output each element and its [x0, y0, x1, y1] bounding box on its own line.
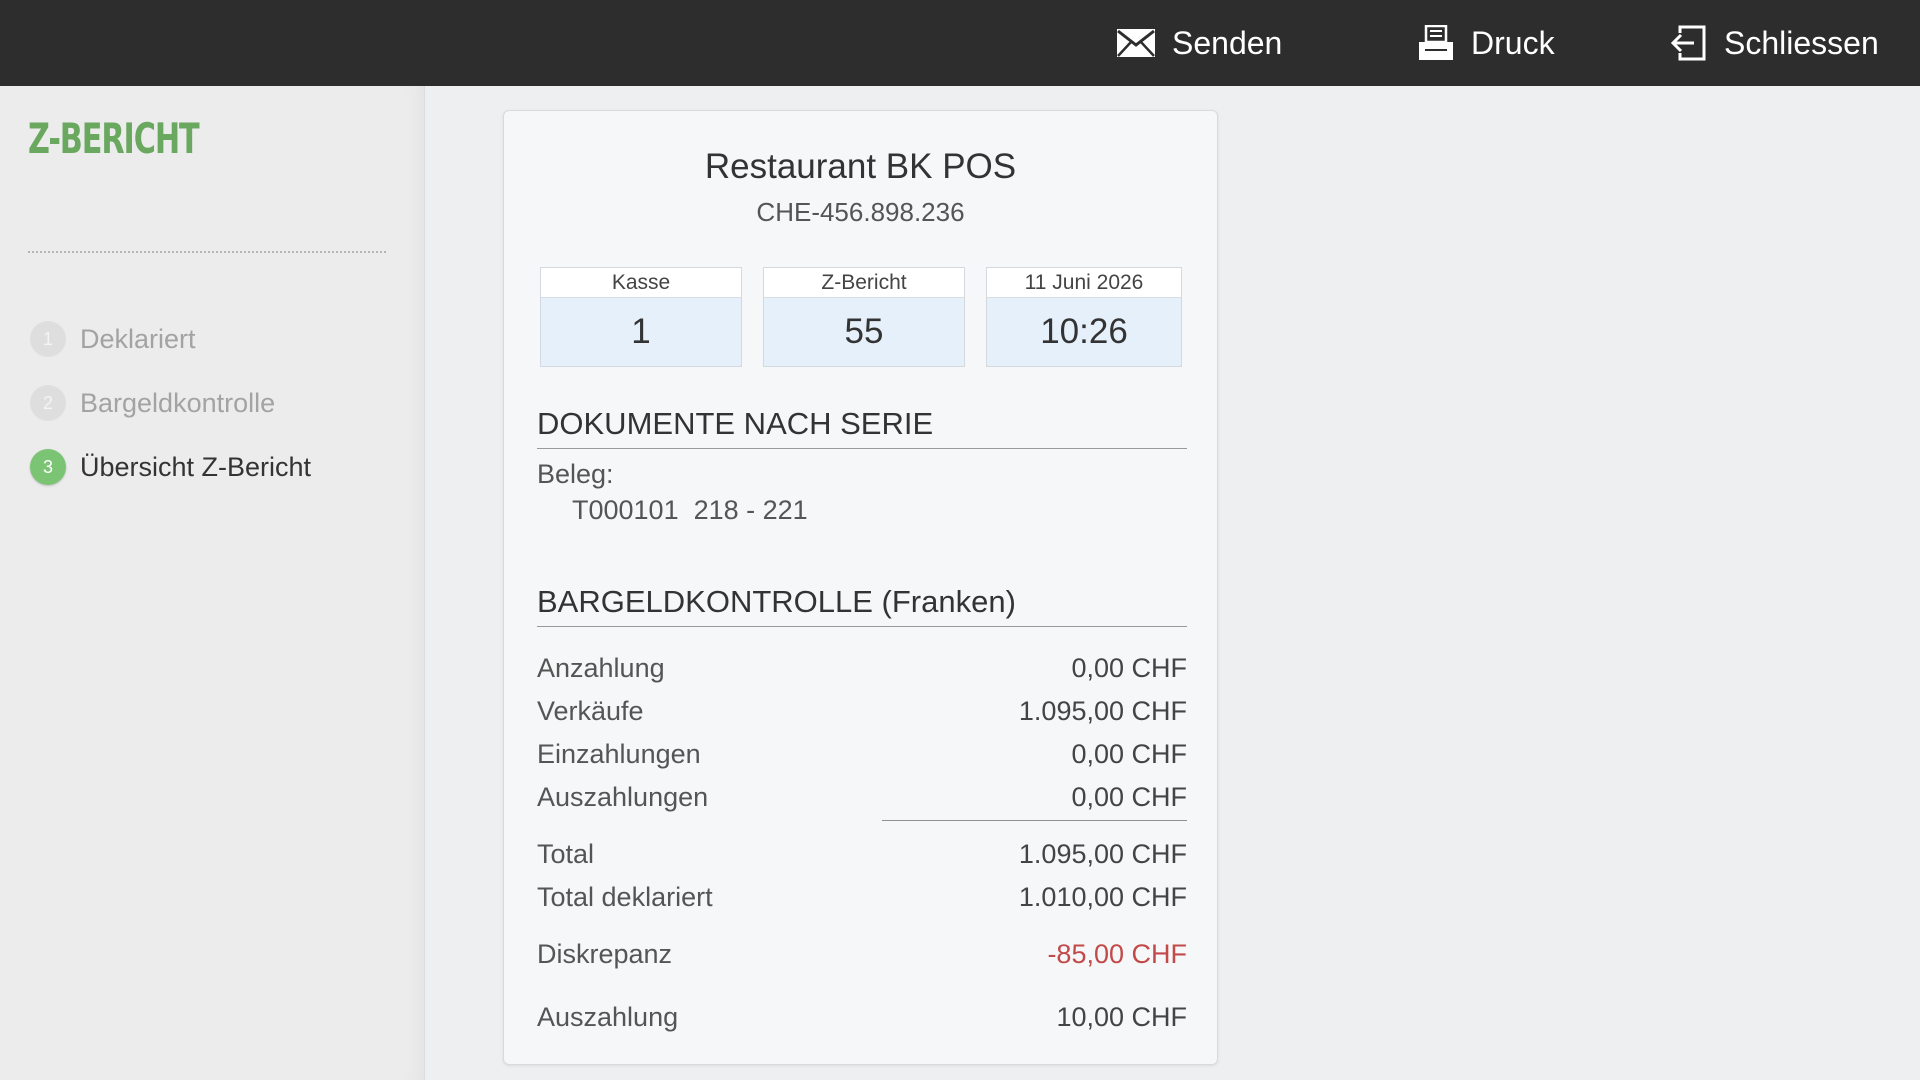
step-item-bargeldkontrolle[interactable]: 2 Bargeldkontrolle — [30, 383, 275, 423]
sum-divider — [882, 820, 1187, 821]
printer-icon — [1417, 25, 1455, 61]
cash-row-einzahlungen: Einzahlungen 0,00 CHF — [537, 734, 1187, 774]
exit-icon — [1668, 25, 1708, 61]
close-button-label: Schliessen — [1724, 24, 1879, 61]
cash-row-total-deklariert: Total deklariert 1.010,00 CHF — [537, 877, 1187, 917]
cash-row-label: Diskrepanz — [537, 938, 673, 969]
step-label: Deklariert — [80, 323, 196, 354]
cash-row-auszahlung: Auszahlung 10,00 CHF — [537, 997, 1187, 1037]
send-button[interactable]: Senden — [1116, 0, 1282, 86]
cash-row-amount: 1.095,00 CHF — [1018, 695, 1187, 726]
sidebar: Z-BERICHT 1 Deklariert 2 Bargeldkontroll… — [0, 86, 425, 1080]
envelope-icon — [1116, 28, 1156, 58]
cash-row-amount: 1.010,00 CHF — [1018, 881, 1187, 912]
section-title-cash-control: BARGELDKONTROLLE (Franken) — [537, 584, 1187, 627]
cash-row-anzahlung: Anzahlung 0,00 CHF — [537, 648, 1187, 688]
info-box-value: 1 — [631, 312, 651, 351]
cash-row-label: Einzahlungen — [537, 738, 701, 769]
beleg-label: Beleg: — [537, 459, 614, 489]
company-name: Restaurant BK POS — [704, 147, 1017, 186]
beleg-series: T000101 218 - 221 — [572, 495, 808, 525]
cash-row-amount: 0,00 CHF — [1071, 738, 1187, 769]
top-toolbar: Senden Druck Schliessen — [0, 0, 1920, 86]
print-button-label: Druck — [1471, 24, 1555, 61]
info-box-datetime: 11 Juni 2026 10:26 — [986, 267, 1182, 367]
cash-row-label: Verkäufe — [537, 695, 644, 726]
cash-row-label: Auszahlung — [537, 1001, 679, 1032]
cash-row-amount: -85,00 CHF — [1047, 938, 1187, 969]
info-box-label: 11 Juni 2026 — [987, 268, 1181, 298]
info-box-value: 55 — [844, 312, 884, 351]
info-box-z-bericht: Z-Bericht 55 — [763, 267, 965, 367]
cash-row-amount: 0,00 CHF — [1071, 781, 1187, 812]
send-button-label: Senden — [1172, 24, 1283, 61]
info-box-label: Kasse — [541, 268, 741, 298]
cash-row-label: Anzahlung — [537, 652, 665, 683]
cash-row-label: Auszahlungen — [537, 781, 709, 812]
cash-row-diskrepanz: Diskrepanz -85,00 CHF — [537, 934, 1187, 974]
step-number-badge: 3 — [30, 449, 66, 485]
cash-row-label: Total deklariert — [537, 881, 713, 912]
z-report-card: Restaurant BK POS CHE-456.898.236 Kasse … — [503, 110, 1218, 1065]
step-item-deklariert[interactable]: 1 Deklariert — [30, 319, 196, 359]
sidebar-title: Z-BERICHT — [28, 114, 200, 163]
cash-row-label: Total — [537, 838, 595, 869]
sidebar-divider — [28, 251, 386, 253]
info-box-value: 10:26 — [1040, 312, 1128, 351]
cash-row-auszahlungen: Auszahlungen 0,00 CHF — [537, 777, 1187, 817]
cash-row-amount: 1.095,00 CHF — [1018, 838, 1187, 869]
step-number-badge: 2 — [30, 385, 66, 421]
step-number-badge: 1 — [30, 321, 66, 357]
step-item-uebersicht[interactable]: 3 Übersicht Z-Bericht — [30, 447, 311, 487]
print-button[interactable]: Druck — [1417, 0, 1555, 86]
section-title-documents: DOKUMENTE NACH SERIE — [537, 406, 1187, 449]
step-label: Übersicht Z-Bericht — [80, 451, 312, 482]
cash-row-amount: 10,00 CHF — [1056, 1001, 1187, 1032]
info-box-label: Z-Bericht — [764, 268, 964, 298]
vat-number: CHE-456.898.236 — [756, 197, 965, 227]
cash-row-verkaeufe: Verkäufe 1.095,00 CHF — [537, 691, 1187, 731]
step-label: Bargeldkontrolle — [80, 387, 276, 418]
info-box-kasse: Kasse 1 — [540, 267, 742, 367]
cash-row-amount: 0,00 CHF — [1071, 652, 1187, 683]
close-button[interactable]: Schliessen — [1668, 0, 1879, 86]
cash-row-total: Total 1.095,00 CHF — [537, 834, 1187, 874]
